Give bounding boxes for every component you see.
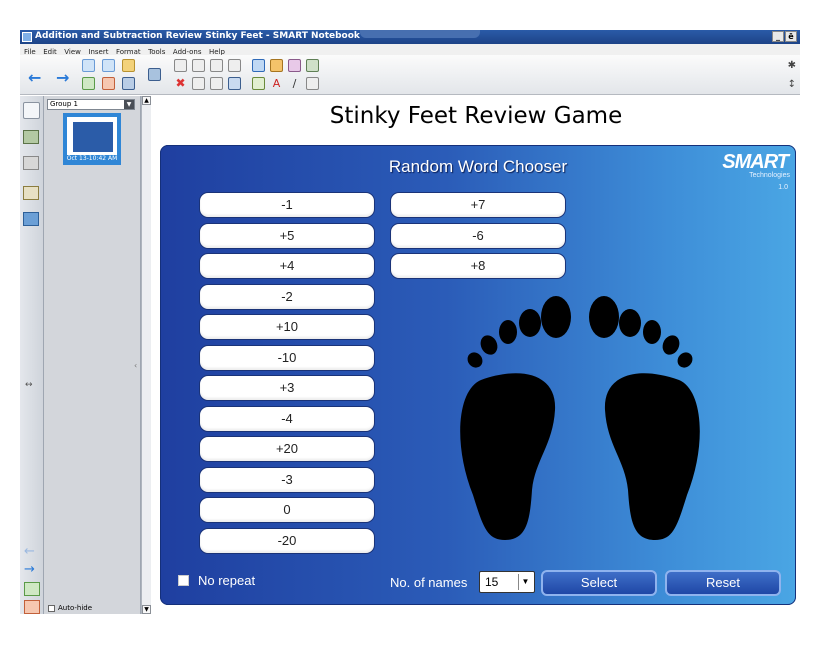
smart-logo: SMART xyxy=(722,151,789,173)
redo-icon[interactable] xyxy=(102,59,115,72)
word-item[interactable]: -10 xyxy=(199,345,375,371)
word-item[interactable]: +10 xyxy=(199,314,375,340)
eraser-icon[interactable] xyxy=(288,59,301,72)
text-icon[interactable]: A xyxy=(270,77,283,90)
names-count-value: 15 xyxy=(485,575,499,589)
back-arrow-icon[interactable]: ← xyxy=(28,68,41,87)
page-title: Stinky Feet Review Game xyxy=(329,103,623,129)
reset-button[interactable]: Reset xyxy=(665,570,781,596)
screen-capture-icon[interactable] xyxy=(192,59,205,72)
word-item[interactable]: +3 xyxy=(199,375,375,401)
attachments-icon[interactable] xyxy=(23,156,39,170)
move-toolbar-icon[interactable]: ↕ xyxy=(788,79,796,90)
resize-handle-icon[interactable]: ↔ xyxy=(25,380,33,390)
document-camera-icon[interactable] xyxy=(210,59,223,72)
vertical-scrollbar[interactable]: ▲ ▼ xyxy=(141,96,151,614)
previous-page-icon[interactable]: ← xyxy=(24,544,40,559)
word-item[interactable]: +5 xyxy=(199,223,375,249)
show-screen-icon[interactable] xyxy=(192,77,205,90)
forward-arrow-icon[interactable]: → xyxy=(56,68,69,87)
smart-technologies-label: Technologies xyxy=(749,172,790,179)
word-item[interactable]: -2 xyxy=(199,284,375,310)
thumbnail-image xyxy=(67,117,117,155)
select-arrow-icon[interactable] xyxy=(252,59,265,72)
chevron-down-icon: ▼ xyxy=(124,100,134,109)
restore-button[interactable]: ē xyxy=(785,31,797,42)
zoom-icon[interactable] xyxy=(228,59,241,72)
no-repeat-option[interactable]: No repeat xyxy=(178,573,255,588)
minimize-button[interactable]: _ xyxy=(772,31,784,42)
undo-icon[interactable] xyxy=(82,59,95,72)
thumbnail-label: Oct 13-10:42 AM xyxy=(66,155,118,162)
add-page-icon[interactable] xyxy=(24,582,40,596)
names-count-select[interactable]: 15 ▼ xyxy=(479,571,535,593)
shape-icon[interactable] xyxy=(306,77,319,90)
left-foot-icon xyxy=(460,296,571,540)
chooser-title: Random Word Chooser xyxy=(388,157,568,176)
line-icon[interactable]: ∕ xyxy=(288,77,301,90)
chevron-down-icon: ▼ xyxy=(518,574,532,590)
autohide-option[interactable]: Auto-hide xyxy=(48,604,92,612)
sorter-resize-icon[interactable]: ‹ xyxy=(134,361,137,370)
delete-page-bottom-icon[interactable] xyxy=(24,600,40,614)
random-word-chooser: Random Word Chooser SMART Technologies 1… xyxy=(160,145,796,605)
autohide-checkbox[interactable] xyxy=(48,604,55,612)
delete-page-icon[interactable] xyxy=(102,77,115,90)
word-item[interactable]: +4 xyxy=(199,253,375,279)
next-page-icon[interactable]: → xyxy=(24,562,40,577)
close-x-icon[interactable]: ✖ xyxy=(174,77,187,90)
thumbnail-preview xyxy=(73,122,113,152)
menu-bar: File Edit View Insert Format Tools Add-o… xyxy=(20,44,800,56)
refresh-icon[interactable] xyxy=(82,77,95,90)
word-item[interactable]: +8 xyxy=(390,253,566,279)
word-item[interactable]: -3 xyxy=(199,467,375,493)
app-icon xyxy=(22,32,32,42)
autohide-label: Auto-hide xyxy=(58,604,93,612)
no-repeat-checkbox[interactable] xyxy=(178,575,189,586)
scroll-up-icon[interactable]: ▲ xyxy=(142,96,151,105)
select-button[interactable]: Select xyxy=(541,570,657,596)
page-thumbnail[interactable]: Oct 13-10:42 AM xyxy=(63,113,121,165)
word-item[interactable]: -20 xyxy=(199,528,375,554)
word-item[interactable]: -1 xyxy=(199,192,375,218)
names-count-label: No. of names xyxy=(390,575,468,590)
word-item[interactable]: -4 xyxy=(199,406,375,432)
save-icon[interactable] xyxy=(122,77,135,90)
group-label: Group 1 xyxy=(50,100,78,108)
properties-icon[interactable] xyxy=(23,186,39,200)
word-item[interactable]: -6 xyxy=(390,223,566,249)
word-item[interactable]: +20 xyxy=(199,436,375,462)
table-icon[interactable] xyxy=(210,77,223,90)
fill-icon[interactable] xyxy=(306,59,319,72)
word-item[interactable]: 0 xyxy=(199,497,375,523)
screen-icon[interactable] xyxy=(148,68,161,81)
open-folder-icon[interactable] xyxy=(122,59,135,72)
paste-icon[interactable] xyxy=(174,59,187,72)
word-item[interactable]: +7 xyxy=(390,192,566,218)
scroll-down-icon[interactable]: ▼ xyxy=(142,605,151,614)
right-foot-icon xyxy=(589,296,700,540)
full-screen-icon[interactable] xyxy=(228,77,241,90)
window-title: Addition and Subtraction Review Stinky F… xyxy=(35,31,360,41)
side-tab-strip: ↔ xyxy=(20,96,44,614)
page-sorter-icon[interactable] xyxy=(23,102,40,119)
no-repeat-label: No repeat xyxy=(198,573,256,588)
version-label: 1.0 xyxy=(778,184,788,191)
gallery-icon[interactable] xyxy=(23,130,39,144)
toolbar: ← → ✖ A ∕ ✱ ↕ xyxy=(20,55,800,95)
footprints-image xyxy=(460,296,700,540)
window-titlebar: Addition and Subtraction Review Stinky F… xyxy=(20,30,800,44)
creative-pen-icon[interactable] xyxy=(252,77,265,90)
page-sorter: Group 1 ▼ Oct 13-10:42 AM ‹ Auto-hide xyxy=(44,96,141,614)
addons-icon[interactable] xyxy=(23,212,39,226)
settings-icon[interactable]: ✱ xyxy=(788,60,796,71)
pen-icon[interactable] xyxy=(270,59,283,72)
titlebar-tab xyxy=(360,30,480,38)
group-dropdown[interactable]: Group 1 ▼ xyxy=(47,99,135,110)
